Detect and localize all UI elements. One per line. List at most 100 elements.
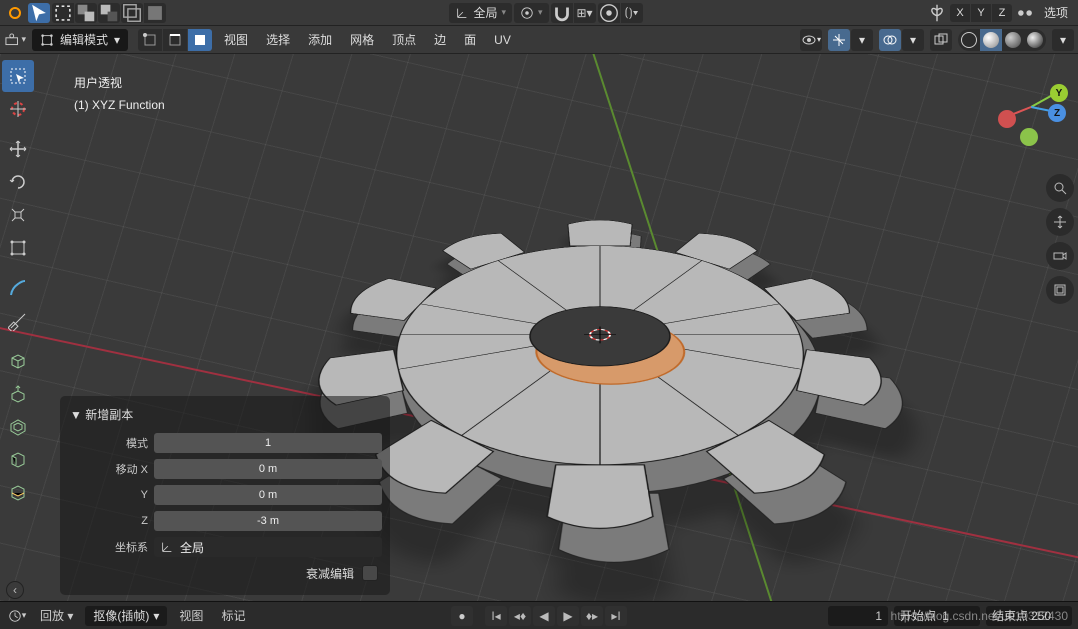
- nav-y-pos[interactable]: Y: [1050, 84, 1068, 102]
- vertex-select-icon[interactable]: [138, 29, 162, 51]
- app-top-header: 全局 ▾ ▾ ⊞▾ ⟮⟯▾ X Y Z 选项: [0, 0, 1078, 26]
- camera-view-icon[interactable]: [1046, 242, 1074, 270]
- select-intersect-icon[interactable]: [121, 3, 143, 23]
- play-forward-icon[interactable]: ▶: [557, 606, 579, 626]
- jump-end-icon[interactable]: ▸I: [605, 606, 627, 626]
- gizmo-options-dropdown[interactable]: ▾: [851, 29, 873, 51]
- op-mode-label: 模式: [68, 435, 148, 451]
- proportional-falloff-dropdown[interactable]: ⟮⟯▾: [621, 3, 643, 23]
- op-propedit-checkbox[interactable]: [362, 565, 378, 581]
- visibility-eye-icon[interactable]: ▾: [800, 29, 822, 51]
- tool-measure[interactable]: [2, 305, 34, 337]
- playback-menu[interactable]: 回放 ▾: [34, 607, 79, 624]
- pan-hand-icon[interactable]: [1046, 208, 1074, 236]
- viewport-overlay-text: 用户透视 (1) XYZ Function: [74, 72, 165, 116]
- tool-bevel[interactable]: [2, 444, 34, 476]
- current-frame-field[interactable]: 1: [828, 606, 888, 626]
- menu-add[interactable]: 添加: [302, 29, 338, 51]
- mirror-z[interactable]: Z: [992, 4, 1012, 22]
- op-movez-field[interactable]: -3 m: [154, 511, 382, 531]
- shading-options-dropdown[interactable]: ▾: [1052, 29, 1074, 51]
- nav-gizmo[interactable]: Y Z: [996, 72, 1066, 142]
- overlay-options-dropdown[interactable]: ▾: [902, 29, 924, 51]
- transform-orientation-dropdown[interactable]: 全局 ▾: [449, 3, 512, 23]
- mirror-x[interactable]: X: [950, 4, 970, 22]
- keyframe-next-icon[interactable]: ♦▸: [581, 606, 603, 626]
- snap-toggle-icon[interactable]: [551, 3, 573, 23]
- shading-wireframe-icon[interactable]: [958, 29, 980, 51]
- chevron-down-icon: ▾: [538, 7, 543, 18]
- menu-view[interactable]: 视图: [218, 29, 254, 51]
- op-orient-dropdown[interactable]: 全局: [154, 537, 382, 557]
- tool-extrude[interactable]: [2, 378, 34, 410]
- op-movey-field[interactable]: 0 m: [154, 485, 382, 505]
- op-movex-field[interactable]: 0 m: [154, 459, 382, 479]
- select-mode-toggle-group: [52, 3, 166, 23]
- nav-z-pos[interactable]: Z: [1048, 104, 1066, 122]
- jump-start-icon[interactable]: I◂: [485, 606, 507, 626]
- menu-select[interactable]: 选择: [260, 29, 296, 51]
- tool-transform[interactable]: [2, 232, 34, 264]
- options-menu[interactable]: 选项: [1038, 2, 1074, 24]
- overlay-perspective-label: 用户透视: [74, 72, 165, 94]
- zoom-icon[interactable]: [1046, 174, 1074, 202]
- overlay-object-name: (1) XYZ Function: [74, 94, 165, 116]
- snap-mode-dropdown[interactable]: ⊞▾: [574, 3, 596, 23]
- face-select-icon[interactable]: [188, 29, 212, 51]
- menu-edge[interactable]: 边: [428, 29, 452, 51]
- timeline-menu-marker[interactable]: 标记: [215, 607, 251, 624]
- pivot-dropdown[interactable]: ▾: [514, 3, 549, 23]
- mirror-axis-buttons: X Y Z: [950, 4, 1012, 22]
- tool-cursor[interactable]: [2, 93, 34, 125]
- shading-matprev-icon[interactable]: [1002, 29, 1024, 51]
- show-overlays-icon[interactable]: [879, 29, 901, 51]
- edge-select-icon[interactable]: [163, 29, 187, 51]
- tool-loopcut[interactable]: [2, 477, 34, 509]
- tool-move[interactable]: [2, 133, 34, 165]
- tool-add-cube[interactable]: [2, 345, 34, 377]
- select-invert-icon[interactable]: [144, 3, 166, 23]
- orientation-label: 全局: [473, 4, 497, 21]
- mode-dropdown[interactable]: 编辑模式 ▾: [32, 29, 128, 51]
- tool-rotate[interactable]: [2, 166, 34, 198]
- tool-inset[interactable]: [2, 411, 34, 443]
- cursor-tool-icon[interactable]: [28, 3, 50, 23]
- show-gizmo-icon[interactable]: [828, 29, 850, 51]
- shading-rendered-icon[interactable]: [1024, 29, 1046, 51]
- autokey-record-icon[interactable]: ●: [451, 606, 473, 626]
- gizmo-group: ▾: [828, 29, 873, 51]
- xray-toggle-icon[interactable]: [930, 29, 952, 51]
- toolbar-scroll-indicator[interactable]: ‹: [6, 581, 24, 599]
- nav-x-neg[interactable]: [998, 110, 1016, 128]
- mirror-y[interactable]: Y: [971, 4, 991, 22]
- select-subtract-icon[interactable]: [98, 3, 120, 23]
- op-movey-label: Y: [68, 489, 148, 501]
- tool-scale[interactable]: [2, 199, 34, 231]
- shading-solid-icon[interactable]: [980, 29, 1002, 51]
- proportional-edit-icon[interactable]: [598, 3, 620, 23]
- menu-mesh[interactable]: 网格: [344, 29, 380, 51]
- select-box-icon[interactable]: [52, 3, 74, 23]
- menu-face[interactable]: 面: [458, 29, 482, 51]
- timeline-menu-view[interactable]: 视图: [173, 607, 209, 624]
- playback-controls: ● I◂ ◂♦ ◀ ▶ ♦▸ ▸I: [451, 606, 627, 626]
- keying-dropdown[interactable]: 抠像(插帧) ▾: [85, 606, 167, 626]
- editor-type-icon[interactable]: ▾: [4, 30, 26, 50]
- op-mode-field[interactable]: 1: [154, 433, 382, 453]
- tool-select-box[interactable]: [2, 60, 34, 92]
- keyframe-prev-icon[interactable]: ◂♦: [509, 606, 531, 626]
- menu-vertex[interactable]: 顶点: [386, 29, 422, 51]
- select-extend-icon[interactable]: [75, 3, 97, 23]
- snap-group: ⊞▾: [551, 3, 596, 23]
- butterfly-mirror-icon[interactable]: [926, 3, 948, 23]
- persp-ortho-icon[interactable]: [1046, 276, 1074, 304]
- mesh-select-mode: [138, 29, 212, 51]
- tool-annotate[interactable]: [2, 272, 34, 304]
- menu-uv[interactable]: UV: [488, 29, 517, 51]
- timeline-editor-icon[interactable]: ▾: [6, 606, 28, 626]
- auto-merge-icon[interactable]: [1014, 3, 1036, 23]
- play-reverse-icon[interactable]: ◀: [533, 606, 555, 626]
- operator-panel-title[interactable]: ▼ 新增副本: [68, 402, 382, 431]
- operator-panel: ▼ 新增副本 模式1 移动 X0 m Y0 m Z-3 m 坐标系 全局 衰减编…: [60, 396, 390, 595]
- nav-y-neg[interactable]: [1020, 128, 1038, 146]
